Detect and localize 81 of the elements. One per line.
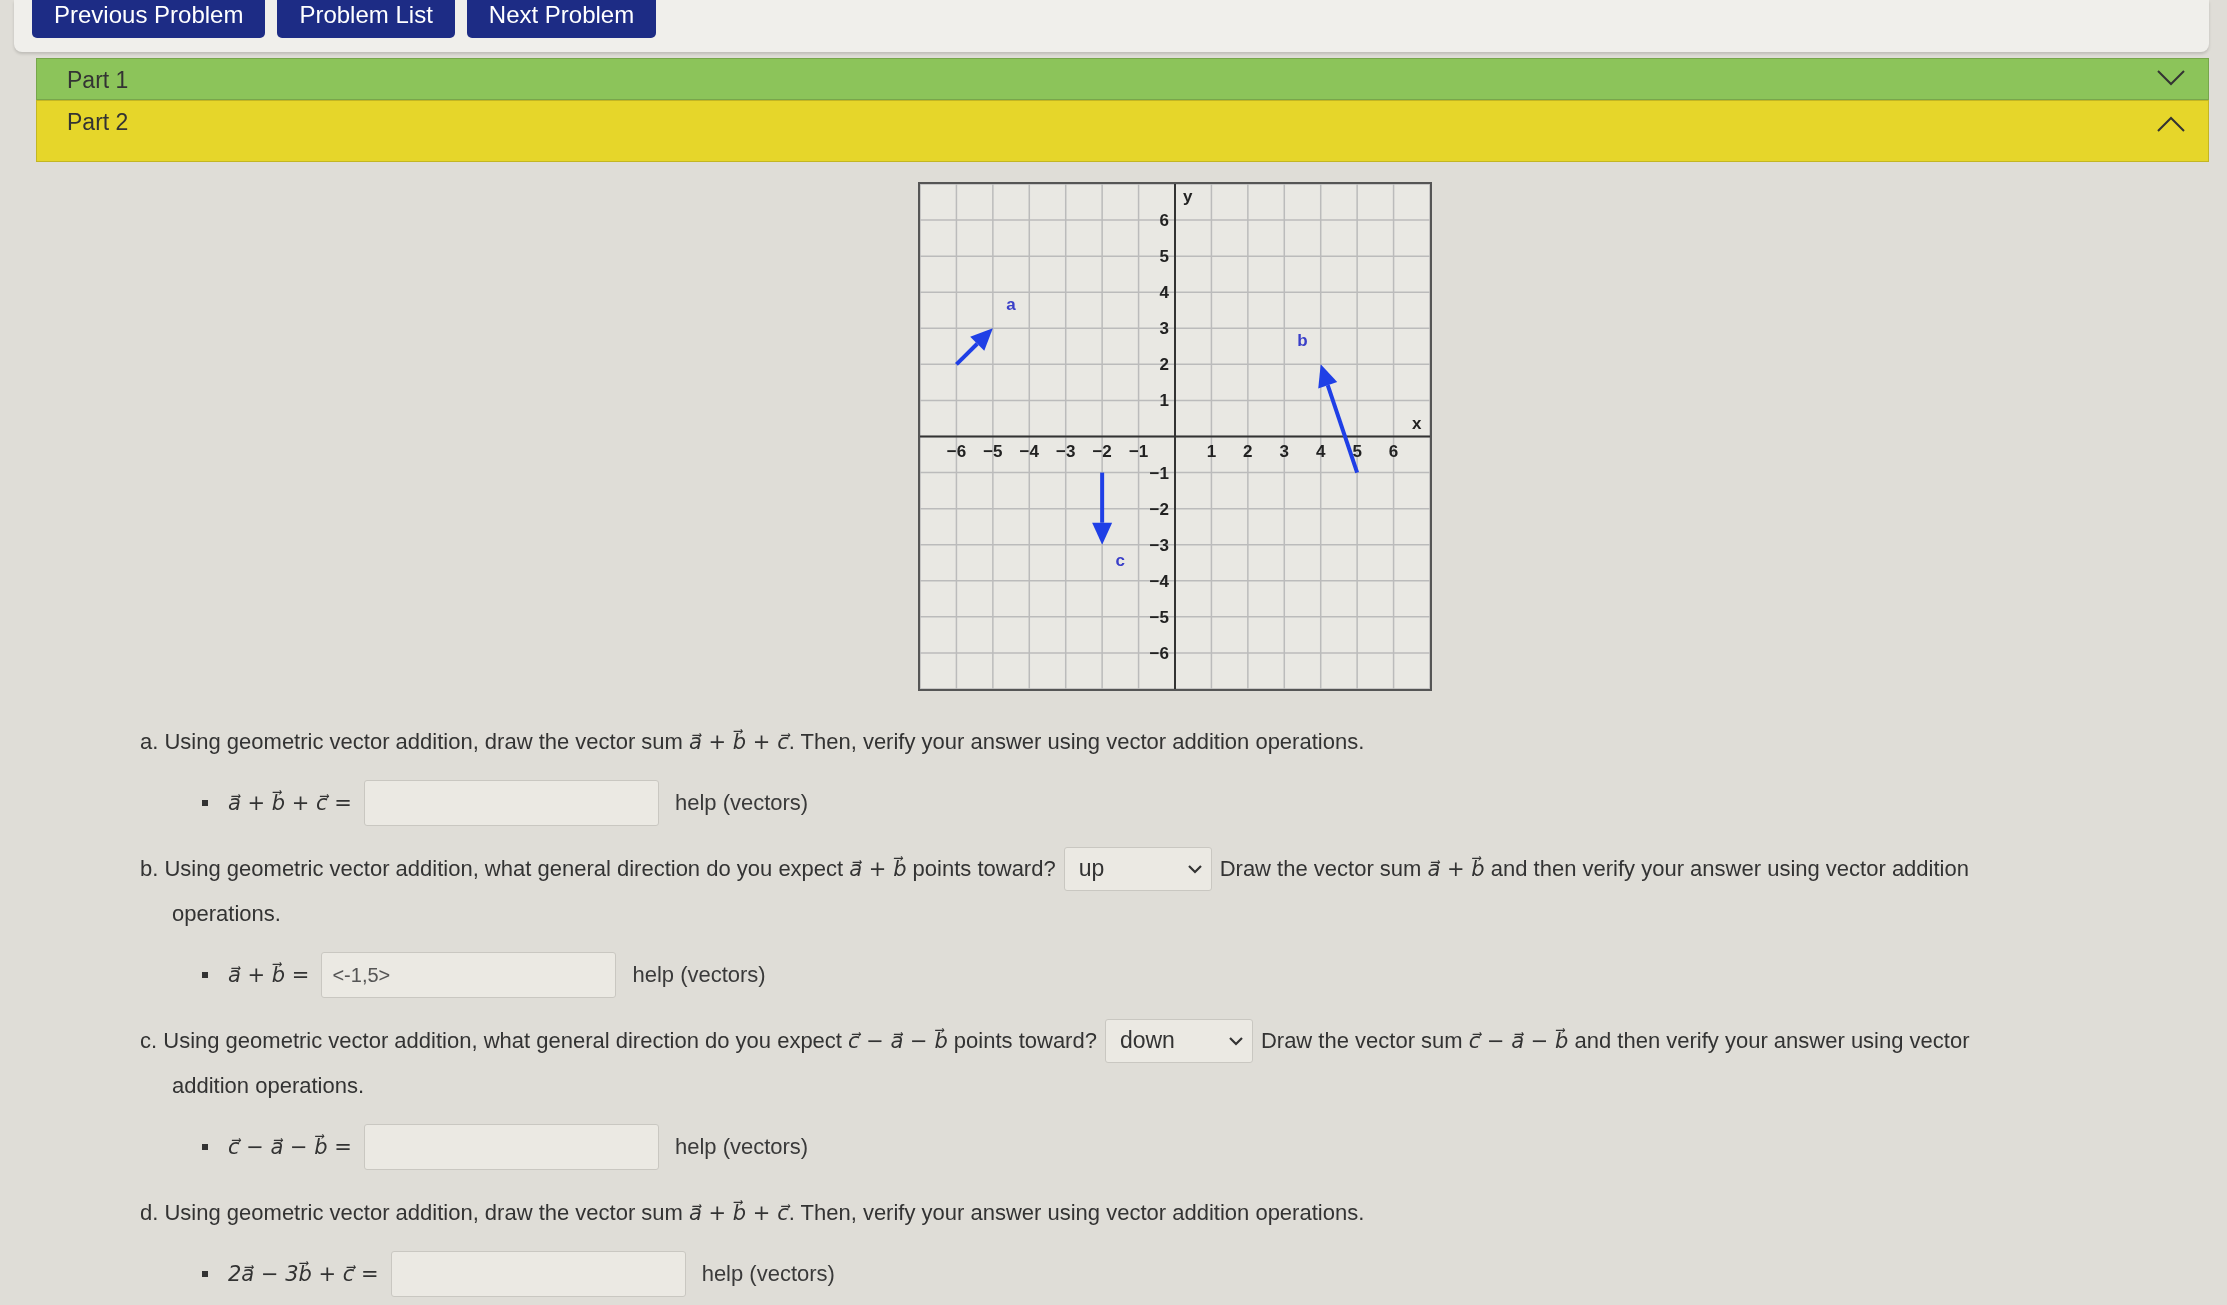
vector-arrow [954, 328, 993, 366]
tick-label: 5 [1159, 247, 1169, 267]
math-expression: c⃗ − a⃗ − b⃗ = [228, 1135, 352, 1159]
tick-label: −1 [1149, 463, 1169, 483]
question-text: Using geometric vector addition, draw the vector sum [164, 1199, 684, 1226]
question-label: d. [140, 1199, 160, 1226]
help-link[interactable]: help (vectors) [674, 790, 809, 816]
math-expression: c⃗ − a⃗ − b⃗ [848, 1028, 948, 1053]
question-text: Using geometric vector addition, what general direction do you expect [164, 855, 845, 882]
math-expression: 2a⃗ − 3b⃗ + c⃗ = [228, 1262, 379, 1286]
chevron-down-icon [1186, 863, 1203, 874]
bullet-icon [202, 972, 208, 978]
tick-label: −2 [1091, 441, 1112, 461]
question-label: b. [140, 855, 160, 882]
tick-label: −2 [1149, 499, 1169, 519]
tick-label: −1 [1128, 441, 1148, 461]
nav-button[interactable]: Problem List [277, 0, 455, 38]
tick-label: −5 [982, 441, 1003, 461]
help-link[interactable]: help (vectors) [701, 1261, 835, 1287]
tick-label: 2 [1242, 441, 1253, 461]
question-text: points toward? [952, 1027, 1097, 1054]
math-expression: a⃗ + b⃗ [1427, 856, 1485, 881]
question-text: and then verify your answer using vector [1573, 1027, 1970, 1054]
question-text: Draw the vector sum [1260, 1027, 1464, 1054]
direction-select[interactable]: down [1104, 1018, 1253, 1063]
tick-label: 3 [1279, 441, 1289, 461]
part-header[interactable]: Part 2 [36, 100, 2209, 162]
help-link[interactable]: help (vectors) [674, 1134, 809, 1160]
tick-label: 4 [1315, 441, 1325, 461]
answer-field[interactable] [363, 780, 659, 826]
math-expression: a⃗ + b⃗ [849, 856, 907, 881]
tick-label: −4 [1149, 571, 1169, 591]
tick-label: 4 [1159, 283, 1169, 303]
tick-label: 1 [1159, 391, 1169, 411]
tick-label: −4 [1019, 441, 1039, 461]
question-text: points toward? [911, 855, 1056, 882]
answer-field[interactable] [390, 1251, 686, 1297]
tick-label: 6 [1388, 441, 1398, 461]
question-text: and then verify your answer using vector addition [1489, 855, 1969, 882]
nav-button[interactable]: Previous Problem [32, 0, 266, 38]
chevron-down-icon [1227, 1035, 1244, 1046]
math-expression: a⃗ + b⃗ = [228, 963, 310, 987]
question-label: a. [140, 728, 160, 755]
tick-label: −5 [1149, 607, 1169, 627]
axis-label: x [1411, 413, 1421, 433]
vector-label: b [1296, 331, 1308, 351]
part-title: Part 2 [67, 108, 129, 137]
tick-label: 1 [1206, 441, 1216, 461]
math-expression: a⃗ + b⃗ + c⃗ [689, 1200, 789, 1225]
direction-select[interactable]: up [1063, 846, 1212, 891]
tick-label: 6 [1159, 211, 1169, 231]
tick-label: −3 [1149, 535, 1169, 555]
math-expression: a⃗ + b⃗ + c⃗ [689, 729, 789, 754]
question-label: c. [140, 1027, 159, 1054]
nav-button[interactable]: Next Problem [466, 0, 657, 38]
tick-label: 2 [1159, 355, 1169, 375]
answer-field[interactable]: <-1,5> [321, 952, 617, 998]
chevron-up-icon[interactable] [2156, 115, 2186, 133]
question-text: operations. [172, 900, 281, 927]
math-expression: a⃗ + b⃗ + c⃗ = [228, 791, 352, 815]
tick-label: −3 [1055, 441, 1075, 461]
question-text: Draw the vector sum [1219, 855, 1423, 882]
part-header[interactable]: Part 1 [36, 58, 2209, 100]
axis-label: y [1182, 187, 1192, 206]
math-expression: c⃗ − a⃗ − b⃗ [1468, 1028, 1569, 1053]
bullet-icon [202, 800, 208, 806]
tick-label: −6 [1149, 643, 1169, 663]
help-link[interactable]: help (vectors) [632, 962, 766, 988]
tick-label: 5 [1351, 441, 1362, 461]
bullet-icon [202, 1144, 208, 1150]
bullet-icon [202, 1271, 208, 1277]
part-title: Part 1 [67, 66, 129, 95]
chevron-down-icon[interactable] [2156, 69, 2186, 87]
vector-label: a [1005, 295, 1016, 315]
question-text: Using geometric vector addition, draw the vector sum [164, 728, 684, 755]
question-text: addition operations. [172, 1072, 365, 1099]
answer-field[interactable] [363, 1124, 659, 1170]
tick-label: −6 [946, 441, 966, 461]
tick-label: 3 [1159, 319, 1169, 339]
vector-label: c [1115, 551, 1125, 571]
question-text: Using geometric vector addition, what general direction do you expect [163, 1027, 843, 1054]
